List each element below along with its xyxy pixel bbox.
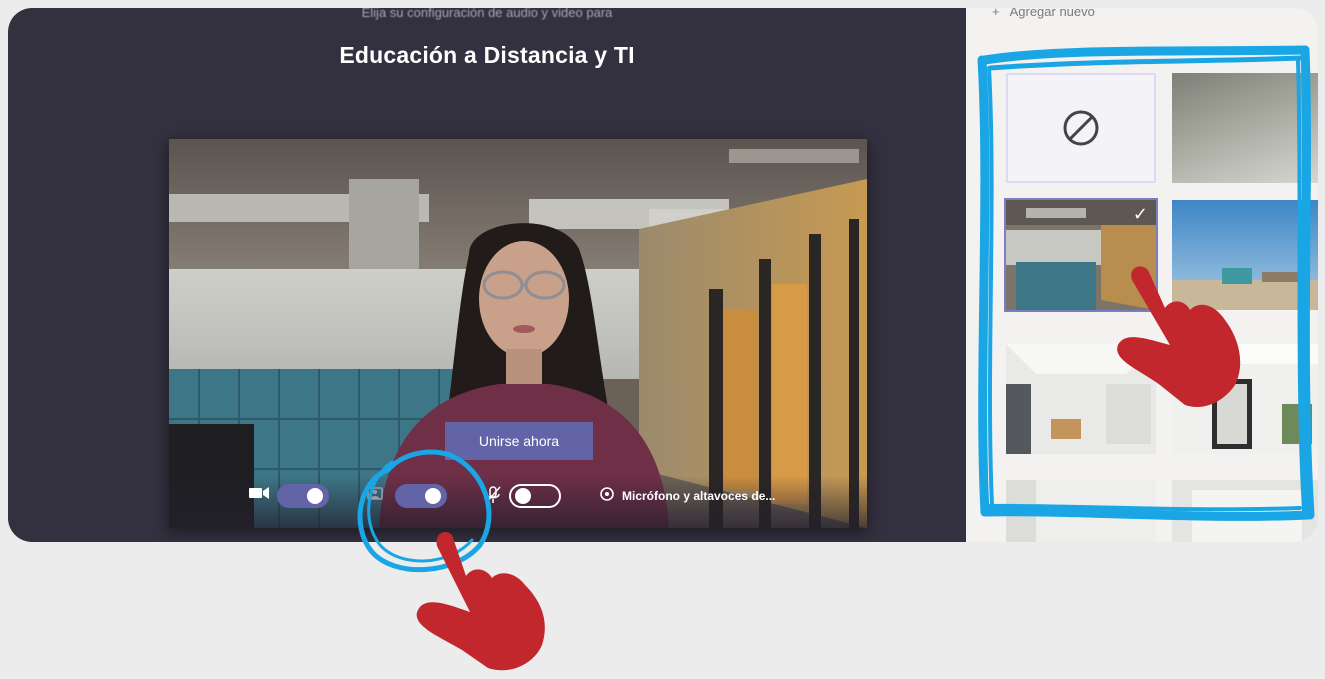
device-settings-label[interactable]: Micrófono y altavoces de... <box>622 489 775 503</box>
teams-screenshot-card: Elija su configuración de audio y video … <box>8 8 1318 542</box>
add-new-label: Agregar nuevo <box>1009 8 1095 19</box>
add-new-background-button[interactable]: + Agregar nuevo <box>992 8 1095 19</box>
background-option-white-room[interactable] <box>1172 344 1318 454</box>
device-controls-bar: Micrófono y altavoces de... <box>169 476 867 528</box>
prejoin-subtitle: Elija su configuración de audio y video … <box>361 8 613 20</box>
join-now-button[interactable]: Unirse ahora <box>445 422 593 460</box>
camera-preview-image <box>169 139 867 528</box>
background-option-blur[interactable] <box>1172 73 1318 183</box>
background-option-white-loft[interactable] <box>1006 344 1156 454</box>
background-option-none[interactable] <box>1006 73 1156 183</box>
background-settings-panel: + Agregar nuevo ✓ <box>966 8 1318 542</box>
pointing-hand-icon-2 <box>416 532 545 671</box>
plus-icon: + <box>992 8 1000 19</box>
background-option-white-interior-2[interactable] <box>1172 480 1318 542</box>
background-effects-toggle[interactable] <box>395 484 447 508</box>
microphone-toggle[interactable] <box>509 484 561 508</box>
camera-toggle[interactable] <box>277 484 329 508</box>
prejoin-panel: Elija su configuración de audio y video … <box>8 8 966 542</box>
camera-preview: Unirse ahora Micrófono y altavoces de... <box>169 139 867 528</box>
background-option-office-lockers[interactable]: ✓ <box>1004 198 1158 312</box>
no-background-icon <box>1063 110 1099 146</box>
checkmark-icon: ✓ <box>1132 204 1148 224</box>
background-option-beach-town[interactable] <box>1172 200 1318 310</box>
background-option-white-interior-1[interactable] <box>1006 480 1156 542</box>
meeting-title: Educación a Distancia y TI <box>339 42 635 68</box>
